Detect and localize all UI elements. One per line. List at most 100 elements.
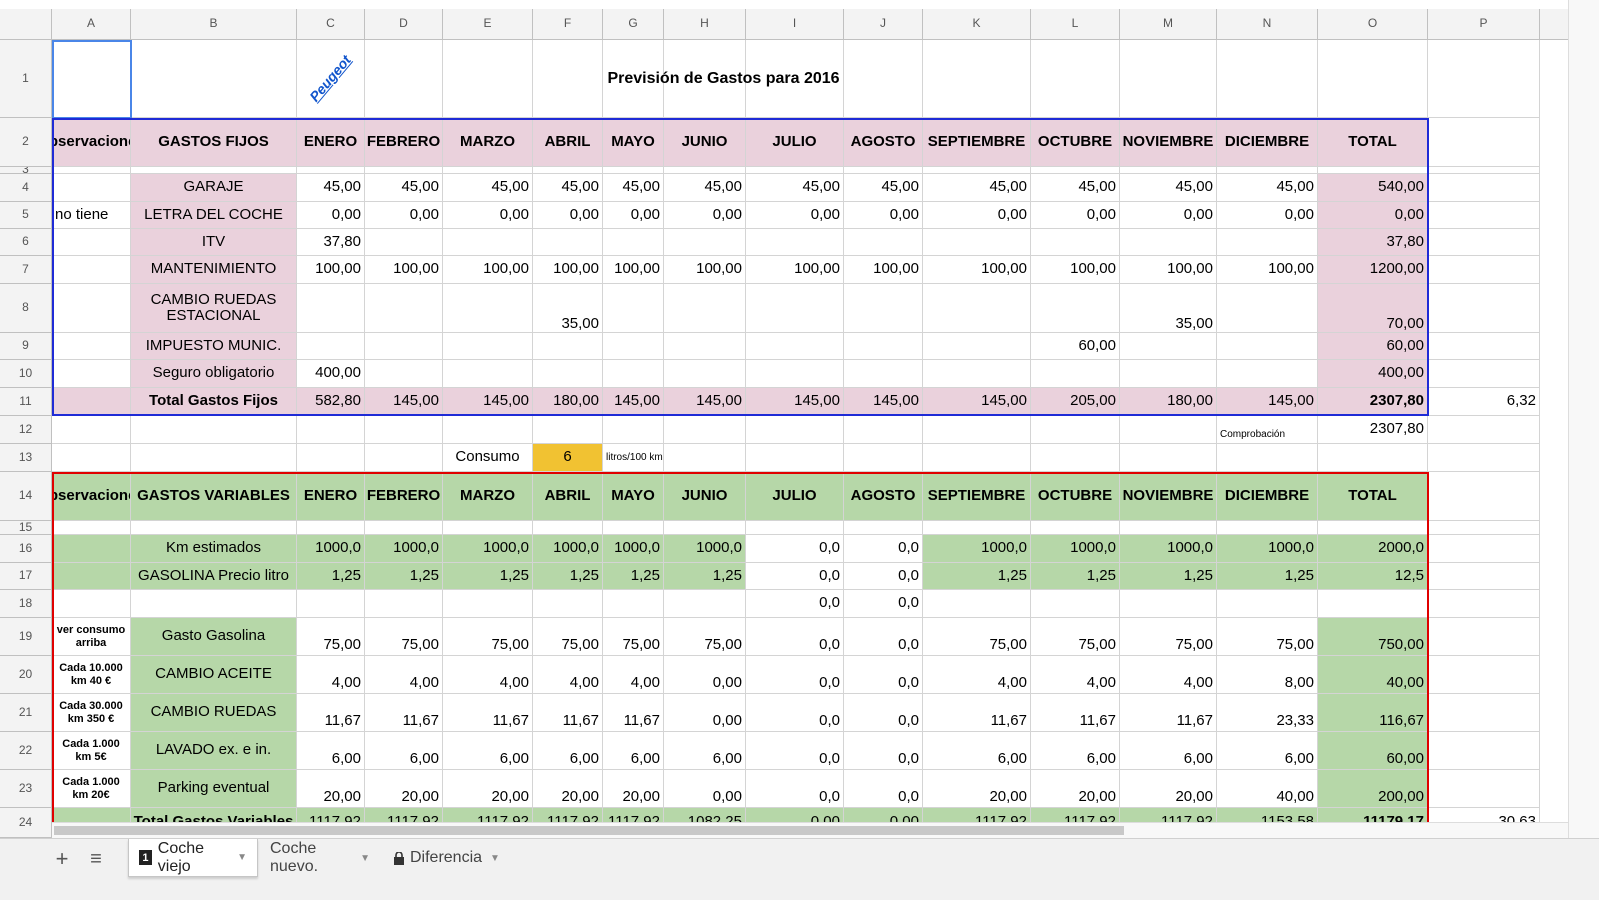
value-cell[interactable]: 75,00 bbox=[443, 618, 533, 656]
grid-cell[interactable] bbox=[131, 521, 297, 535]
tab-coche-viejo[interactable]: 1 Coche viejo ▼ bbox=[128, 839, 258, 877]
value-cell[interactable]: 20,00 bbox=[603, 770, 664, 808]
value-cell[interactable]: 0,0 bbox=[746, 590, 844, 618]
grid-cell[interactable] bbox=[664, 444, 746, 472]
column-header-D[interactable]: D bbox=[365, 9, 443, 40]
value-cell[interactable]: 20,00 bbox=[1031, 770, 1120, 808]
grid-cell[interactable] bbox=[131, 40, 297, 118]
value-cell[interactable]: 0,0 bbox=[844, 732, 923, 770]
grid-cell[interactable] bbox=[297, 521, 365, 535]
value-cell[interactable] bbox=[1031, 229, 1120, 256]
value-cell[interactable]: 4,00 bbox=[923, 656, 1031, 694]
grid-cell[interactable] bbox=[443, 40, 533, 118]
value-cell[interactable]: 4,00 bbox=[1120, 656, 1217, 694]
total-value-cell[interactable]: 582,80 bbox=[297, 388, 365, 416]
value-cell[interactable]: 1000,0 bbox=[603, 535, 664, 563]
value-cell[interactable] bbox=[365, 229, 443, 256]
row-header-16[interactable]: 16 bbox=[0, 535, 52, 563]
grid-cell[interactable] bbox=[52, 521, 131, 535]
value-cell[interactable] bbox=[603, 360, 664, 388]
value-cell[interactable] bbox=[443, 590, 533, 618]
value-cell[interactable]: 6,00 bbox=[297, 732, 365, 770]
value-cell[interactable]: 6,00 bbox=[1217, 732, 1318, 770]
month-header-agosto[interactable]: AGOSTO bbox=[844, 118, 923, 167]
value-cell[interactable] bbox=[297, 333, 365, 360]
value-cell[interactable] bbox=[844, 360, 923, 388]
grid-cell[interactable] bbox=[1318, 167, 1428, 174]
grid-cell[interactable] bbox=[844, 521, 923, 535]
expense-label[interactable]: LAVADO ex. e in. bbox=[131, 732, 297, 770]
value-cell[interactable]: 400,00 bbox=[297, 360, 365, 388]
row-header-2[interactable]: 2 bbox=[0, 118, 52, 167]
value-cell[interactable]: 4,00 bbox=[297, 656, 365, 694]
grid-cell[interactable] bbox=[844, 167, 923, 174]
value-cell[interactable]: 0,00 bbox=[664, 770, 746, 808]
value-cell[interactable]: 35,00 bbox=[1120, 284, 1217, 333]
value-cell[interactable]: 20,00 bbox=[533, 770, 603, 808]
value-cell[interactable]: 1,25 bbox=[1031, 563, 1120, 590]
value-cell[interactable] bbox=[664, 590, 746, 618]
consumo-unit[interactable]: litros/100 km bbox=[603, 444, 664, 472]
total-cell[interactable]: 60,00 bbox=[1318, 333, 1428, 360]
value-cell[interactable] bbox=[533, 333, 603, 360]
value-cell[interactable]: 45,00 bbox=[664, 174, 746, 202]
value-cell[interactable] bbox=[1031, 590, 1120, 618]
value-cell[interactable]: 45,00 bbox=[1217, 174, 1318, 202]
horizontal-scrollbar[interactable] bbox=[52, 822, 1568, 838]
value-cell[interactable]: 37,80 bbox=[297, 229, 365, 256]
value-cell[interactable]: 6,00 bbox=[923, 732, 1031, 770]
value-cell[interactable]: 0,00 bbox=[664, 656, 746, 694]
value-cell[interactable]: 0,0 bbox=[746, 694, 844, 732]
value-cell[interactable]: 11,67 bbox=[923, 694, 1031, 732]
value-cell[interactable]: 11,67 bbox=[443, 694, 533, 732]
grid-cell[interactable] bbox=[297, 416, 365, 444]
value-cell[interactable]: 0,00 bbox=[844, 202, 923, 229]
expense-label[interactable]: Km estimados bbox=[131, 535, 297, 563]
expense-label[interactable]: CAMBIO RUEDAS bbox=[131, 694, 297, 732]
select-all-corner[interactable] bbox=[0, 9, 52, 40]
value-cell[interactable]: 60,00 bbox=[1031, 333, 1120, 360]
value-cell[interactable]: 0,00 bbox=[533, 202, 603, 229]
value-cell[interactable] bbox=[664, 284, 746, 333]
value-cell[interactable]: 75,00 bbox=[1217, 618, 1318, 656]
grid-cell[interactable] bbox=[365, 444, 443, 472]
value-cell[interactable] bbox=[365, 360, 443, 388]
value-cell[interactable]: 1,25 bbox=[603, 563, 664, 590]
grid-cell[interactable] bbox=[1120, 416, 1217, 444]
value-cell[interactable]: 1,25 bbox=[1217, 563, 1318, 590]
total-cell[interactable]: 2000,0 bbox=[1318, 535, 1428, 563]
column-header-M[interactable]: M bbox=[1120, 9, 1217, 40]
observation-cell[interactable]: Cada 1.000 km 5€ bbox=[52, 732, 131, 770]
grid-cell[interactable] bbox=[1428, 656, 1540, 694]
total-cell[interactable]: 200,00 bbox=[1318, 770, 1428, 808]
total-cell[interactable]: 540,00 bbox=[1318, 174, 1428, 202]
total-value-cell[interactable]: 145,00 bbox=[664, 388, 746, 416]
row-header-5[interactable]: 5 bbox=[0, 202, 52, 229]
value-cell[interactable]: 0,00 bbox=[746, 202, 844, 229]
value-cell[interactable] bbox=[297, 590, 365, 618]
add-sheet-button[interactable]: + bbox=[52, 846, 72, 871]
value-cell[interactable]: 0,00 bbox=[923, 202, 1031, 229]
value-cell[interactable]: 0,0 bbox=[844, 590, 923, 618]
expense-label[interactable]: MANTENIMIENTO bbox=[131, 256, 297, 284]
value-cell[interactable] bbox=[603, 229, 664, 256]
month-header-febrero[interactable]: FEBRERO bbox=[365, 472, 443, 521]
grid-cell[interactable] bbox=[533, 40, 603, 118]
grid-cell[interactable] bbox=[1428, 360, 1540, 388]
value-cell[interactable] bbox=[1217, 590, 1318, 618]
total-cell[interactable]: 116,67 bbox=[1318, 694, 1428, 732]
observation-cell[interactable]: no tiene bbox=[52, 202, 131, 229]
value-cell[interactable]: 6,00 bbox=[533, 732, 603, 770]
observation-cell[interactable]: ver consumo arriba bbox=[52, 618, 131, 656]
chevron-down-icon[interactable]: ▼ bbox=[490, 853, 500, 864]
value-cell[interactable]: 0,0 bbox=[746, 770, 844, 808]
grid-cell[interactable] bbox=[1428, 590, 1540, 618]
total-cell[interactable]: 40,00 bbox=[1318, 656, 1428, 694]
total-value-cell[interactable]: 205,00 bbox=[1031, 388, 1120, 416]
column-header-B[interactable]: B bbox=[131, 9, 297, 40]
column-header-G[interactable]: G bbox=[603, 9, 664, 40]
value-cell[interactable]: 4,00 bbox=[1031, 656, 1120, 694]
value-cell[interactable] bbox=[844, 333, 923, 360]
chevron-down-icon[interactable]: ▼ bbox=[237, 852, 247, 863]
value-cell[interactable]: 75,00 bbox=[603, 618, 664, 656]
